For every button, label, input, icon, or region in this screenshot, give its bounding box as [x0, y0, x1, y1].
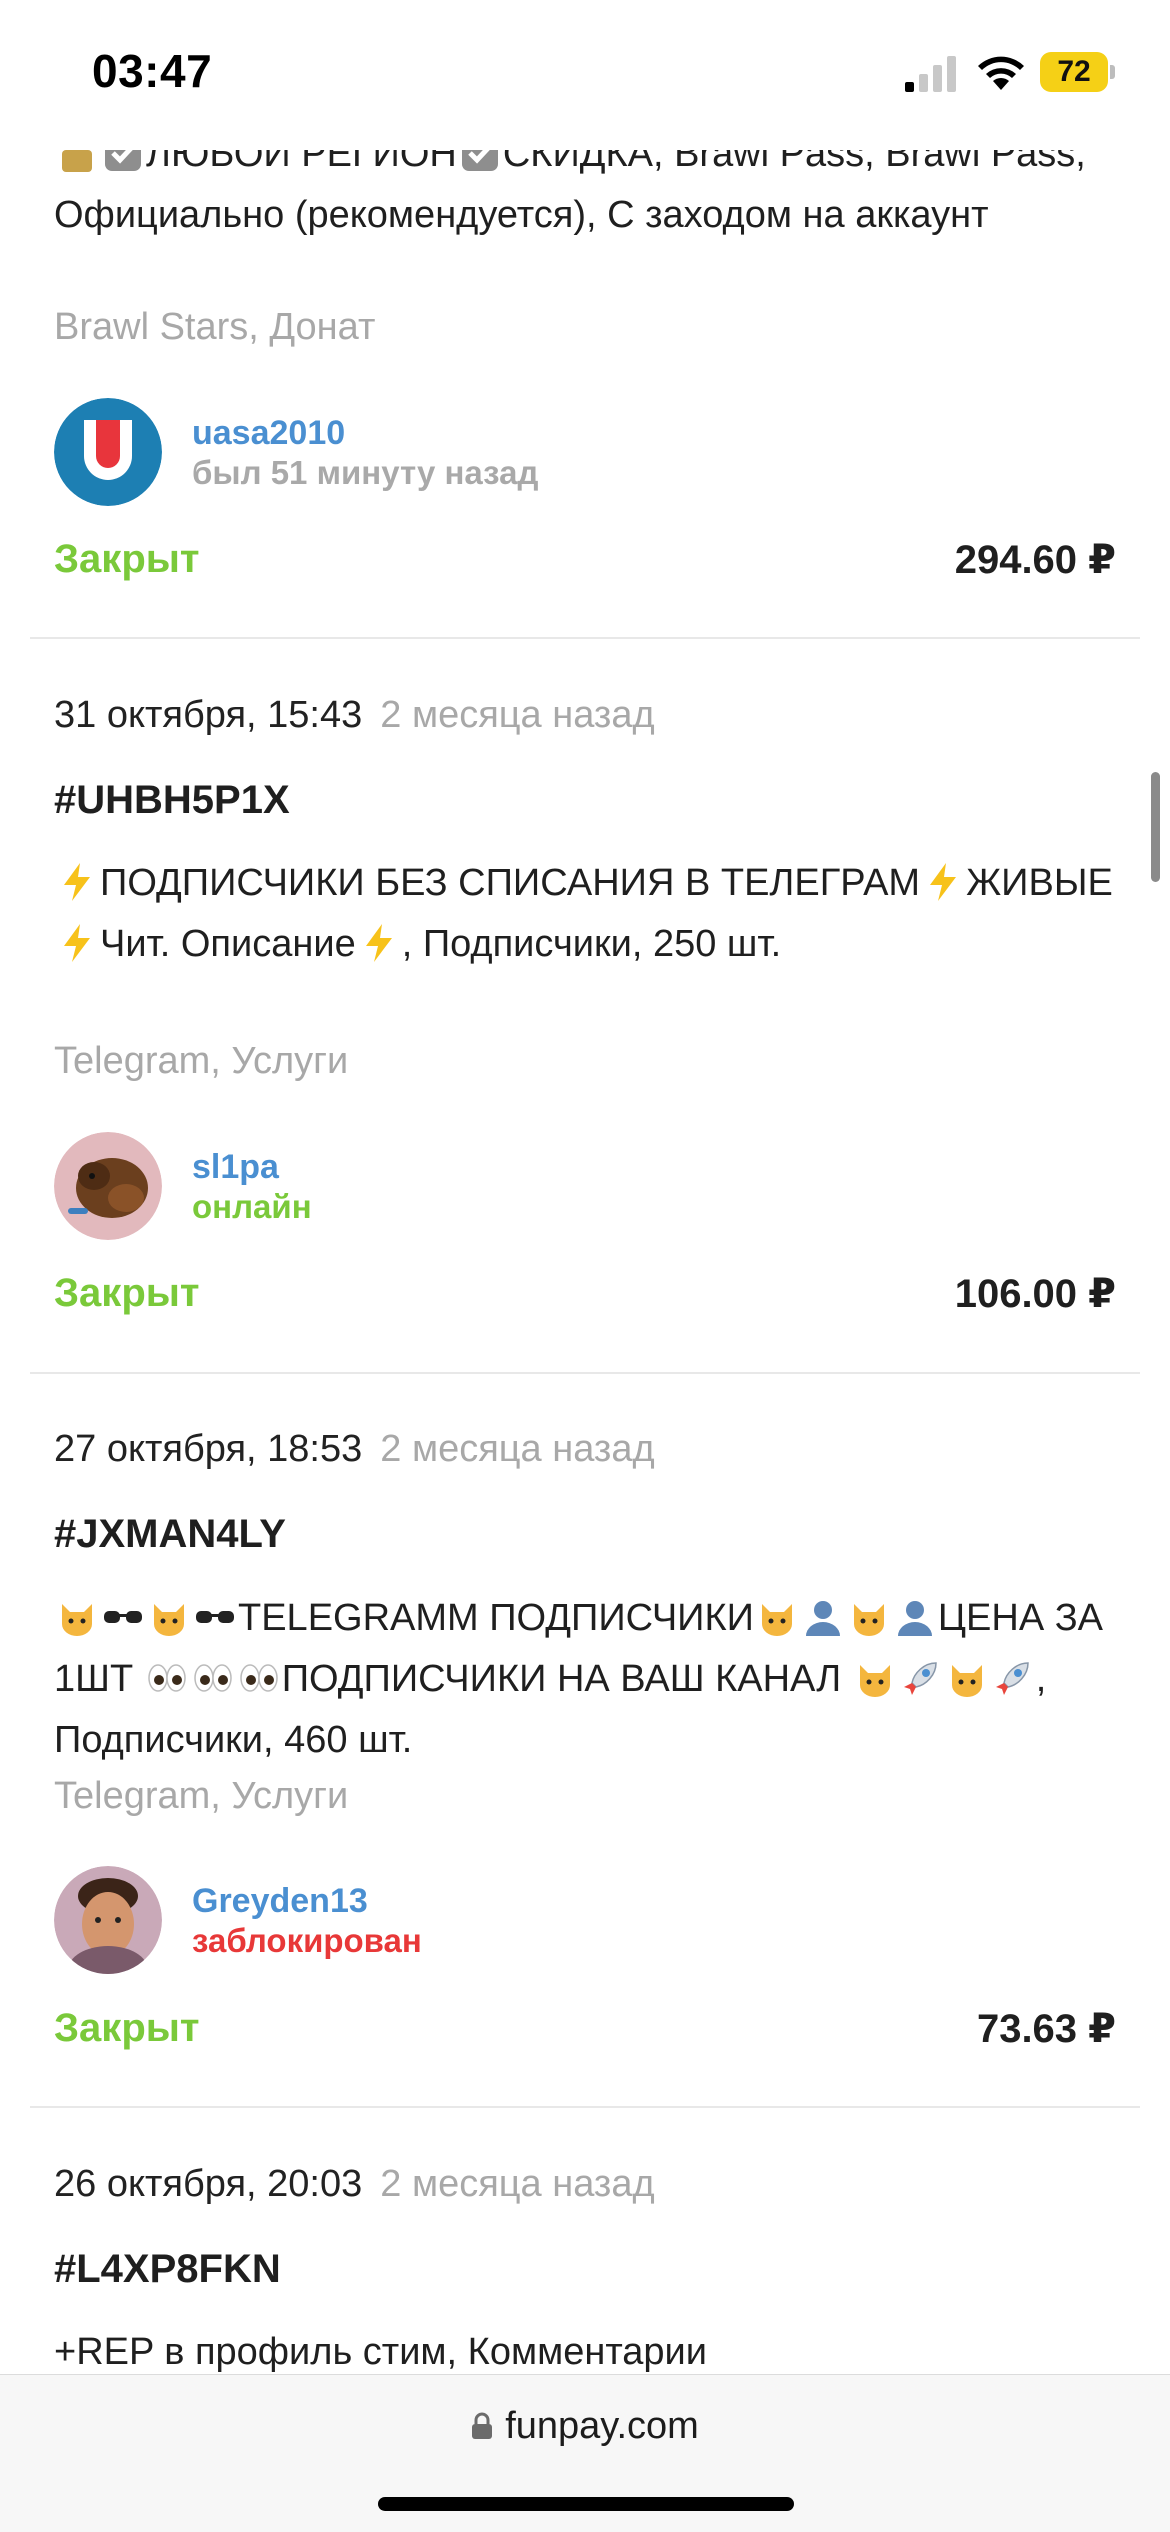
- order-date: 31 октября, 15:43 2 месяца назад: [54, 694, 655, 737]
- order-description: TELEGRAMM ПОДПИСЧИКИ ЦЕНА ЗА 1ШТ ПОДПИСЧИ…: [54, 1588, 1124, 1771]
- cat-face-icon: [854, 1657, 896, 1699]
- order-ago: 2 месяца назад: [380, 1428, 655, 1470]
- divider: [30, 637, 1140, 639]
- lightning-icon: [922, 861, 964, 903]
- cat-face-icon: [848, 1596, 890, 1638]
- order-price: 294.60 ₽: [954, 538, 1116, 582]
- order-status: Закрыт: [54, 537, 200, 581]
- status-time: 03:47: [92, 45, 213, 97]
- order-id[interactable]: #UHBH5P1X: [54, 778, 290, 823]
- order-ago: 2 месяца назад: [380, 694, 655, 736]
- order-date: 26 октября, 20:03 2 месяца назад: [54, 2163, 655, 2206]
- order-category: Telegram, Услуги: [54, 1775, 349, 1817]
- screen: ЛЮБОЙ РЕГИОН СКИДКА, Brawl Pass, Brawl Pa…: [0, 0, 1170, 2532]
- lightning-icon: [358, 922, 400, 964]
- scrollbar[interactable]: [1151, 772, 1160, 882]
- order-status: Закрыт: [54, 1271, 200, 1315]
- lightning-icon: [56, 922, 98, 964]
- wifi-icon: [975, 52, 1027, 92]
- username-link[interactable]: uasa2010: [192, 414, 345, 453]
- order-id[interactable]: #L4XP8FKN: [54, 2247, 281, 2292]
- order-description-text: Чит. Описание: [100, 923, 356, 965]
- order-category: Telegram, Услуги: [54, 1040, 349, 1082]
- order-description-text: , Подписчики, 250 шт.: [401, 923, 782, 965]
- username-link[interactable]: sl1pa: [192, 1148, 279, 1187]
- cat-face-icon: [148, 1596, 190, 1638]
- order-description: ПОДПИСЧИКИ БЕЗ СПИСАНИЯ В ТЕЛЕГРАМ ЖИВЫЕ Ч…: [54, 853, 1124, 975]
- order-date-text: 27 октября, 18:53: [54, 1428, 363, 1470]
- order-id[interactable]: #JXMAN4LY: [54, 1512, 286, 1557]
- sunglasses-icon: [194, 1596, 236, 1638]
- battery-tip: [1110, 65, 1115, 79]
- order-description-text: ПОДПИСЧИКИ НА ВАШ КАНАЛ: [281, 1658, 852, 1700]
- user-status: был 51 минуту назад: [192, 454, 539, 491]
- cat-face-icon: [946, 1657, 988, 1699]
- eyes-icon: [146, 1657, 188, 1699]
- order-date-text: 26 октября, 20:03: [54, 2163, 363, 2205]
- browser-bottom-bar: funpay.com: [0, 2374, 1170, 2532]
- url-text: funpay.com: [505, 2405, 699, 2447]
- order-price: 73.63 ₽: [976, 2007, 1116, 2051]
- rocket-icon: [992, 1657, 1034, 1699]
- lock-icon: [471, 2407, 493, 2439]
- avatar[interactable]: [54, 1132, 162, 1240]
- user-status: онлайн: [192, 1188, 312, 1225]
- silhouette-icon: [802, 1596, 844, 1638]
- order-date: 27 октября, 18:53 2 месяца назад: [54, 1428, 655, 1471]
- signal-icon: [905, 56, 957, 92]
- rocket-icon: [900, 1657, 942, 1699]
- user-status: заблокирован: [192, 1922, 422, 1959]
- order-status: Закрыт: [54, 2006, 200, 2050]
- home-indicator[interactable]: [378, 2497, 794, 2511]
- battery-icon: 72: [1040, 52, 1116, 92]
- order-category: Brawl Stars, Донат: [54, 306, 376, 348]
- divider: [30, 2106, 1140, 2108]
- silhouette-icon: [894, 1596, 936, 1638]
- order-ago: 2 месяца назад: [380, 2163, 655, 2205]
- order-date-text: 31 октября, 15:43: [54, 694, 363, 736]
- avatar[interactable]: [54, 1866, 162, 1974]
- cat-face-icon: [756, 1596, 798, 1638]
- order-description-text: ЖИВЫЕ: [966, 862, 1113, 904]
- order-price: 106.00 ₽: [954, 1272, 1116, 1316]
- battery-level: 72: [1040, 52, 1108, 92]
- eyes-icon: [192, 1657, 234, 1699]
- order-description-text: TELEGRAMM ПОДПИСЧИКИ: [238, 1597, 754, 1639]
- eyes-icon: [238, 1657, 280, 1699]
- status-bar: 03:47 72: [0, 0, 1170, 150]
- divider: [30, 1372, 1140, 1374]
- sunglasses-icon: [102, 1596, 144, 1638]
- avatar[interactable]: [54, 398, 162, 506]
- cat-face-icon: [56, 1596, 98, 1638]
- order-description-text: ПОДПИСЧИКИ БЕЗ СПИСАНИЯ В ТЕЛЕГРАМ: [100, 862, 921, 904]
- lightning-icon: [56, 861, 98, 903]
- username-link[interactable]: Greyden13: [192, 1882, 368, 1921]
- address-bar[interactable]: funpay.com: [0, 2405, 1170, 2448]
